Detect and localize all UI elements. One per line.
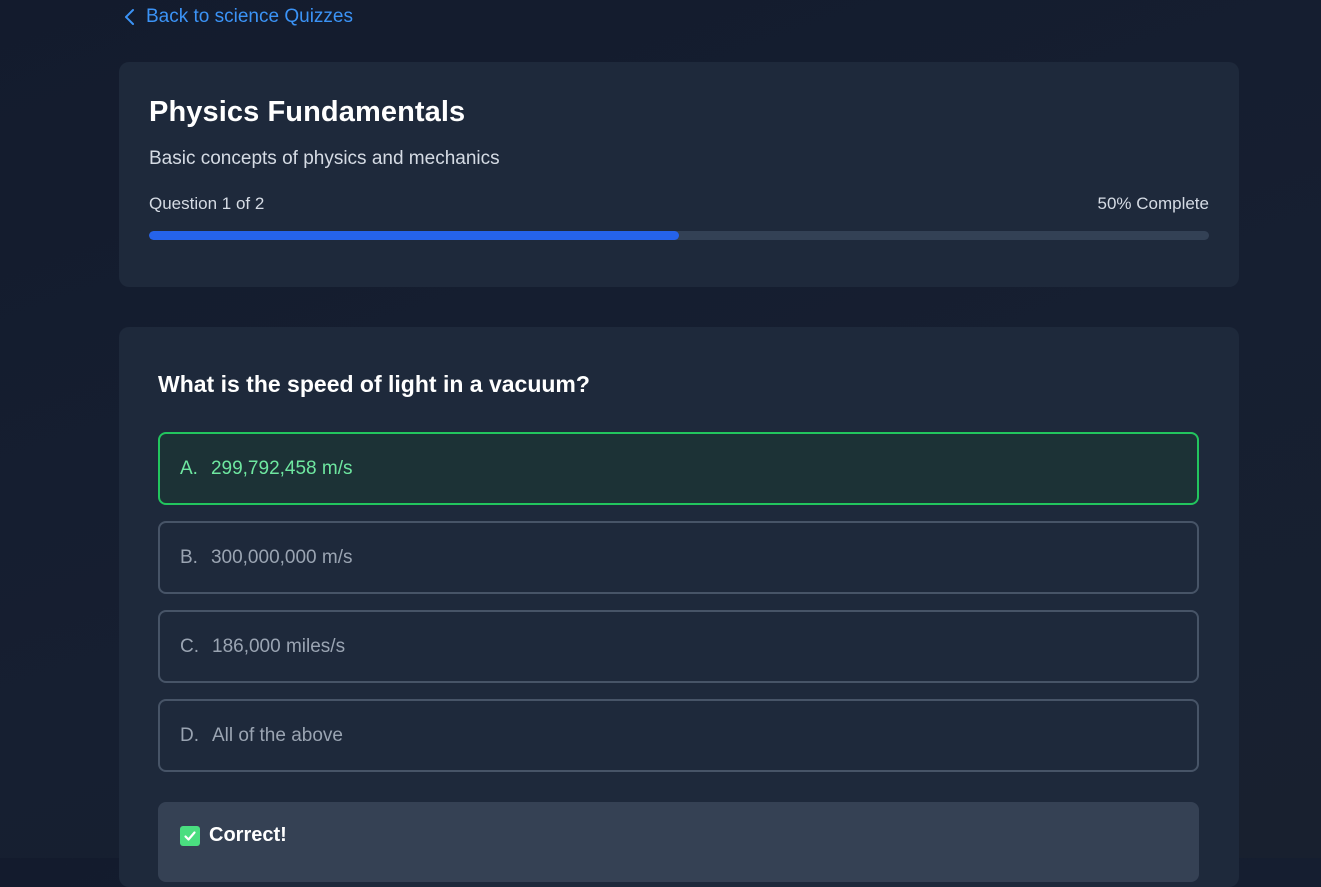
quiz-title: Physics Fundamentals (149, 96, 466, 128)
chevron-left-icon (123, 8, 137, 26)
option-letter: B. (180, 546, 198, 568)
question-text: What is the speed of light in a vacuum? (158, 371, 590, 397)
quiz-header-card: Physics Fundamentals Basic concepts of p… (119, 62, 1239, 287)
progress-bar (149, 231, 1209, 240)
answer-option-b[interactable]: B. 300,000,000 m/s (158, 521, 1199, 594)
option-letter: C. (180, 635, 199, 657)
option-letter: D. (180, 724, 199, 746)
option-text: 186,000 miles/s (212, 635, 346, 657)
question-counter: Question 1 of 2 (149, 194, 265, 213)
back-link-label: Back to science Quizzes (146, 6, 353, 27)
back-to-quizzes-link[interactable]: Back to science Quizzes (123, 6, 353, 28)
quiz-description: Basic concepts of physics and mechanics (149, 148, 500, 169)
option-text: 299,792,458 m/s (210, 457, 353, 479)
completion-percent: 50% Complete (1097, 194, 1209, 213)
progress-bar-fill (149, 231, 679, 240)
answer-options: A. 299,792,458 m/s B. 300,000,000 m/s C.… (158, 432, 1199, 772)
progress-info: Question 1 of 2 50% Complete (149, 194, 1209, 214)
answer-option-c[interactable]: C. 186,000 miles/s (158, 610, 1199, 683)
answer-option-d[interactable]: D. All of the above (158, 699, 1199, 772)
option-text: All of the above (212, 724, 343, 746)
option-letter: A. (180, 457, 198, 479)
check-box-icon (180, 826, 200, 846)
feedback-title: Correct! (209, 824, 287, 846)
answer-feedback: Correct! (158, 802, 1199, 882)
answer-option-a[interactable]: A. 299,792,458 m/s (158, 432, 1199, 505)
option-text: 300,000,000 m/s (210, 546, 353, 568)
question-card: What is the speed of light in a vacuum? … (119, 327, 1239, 887)
